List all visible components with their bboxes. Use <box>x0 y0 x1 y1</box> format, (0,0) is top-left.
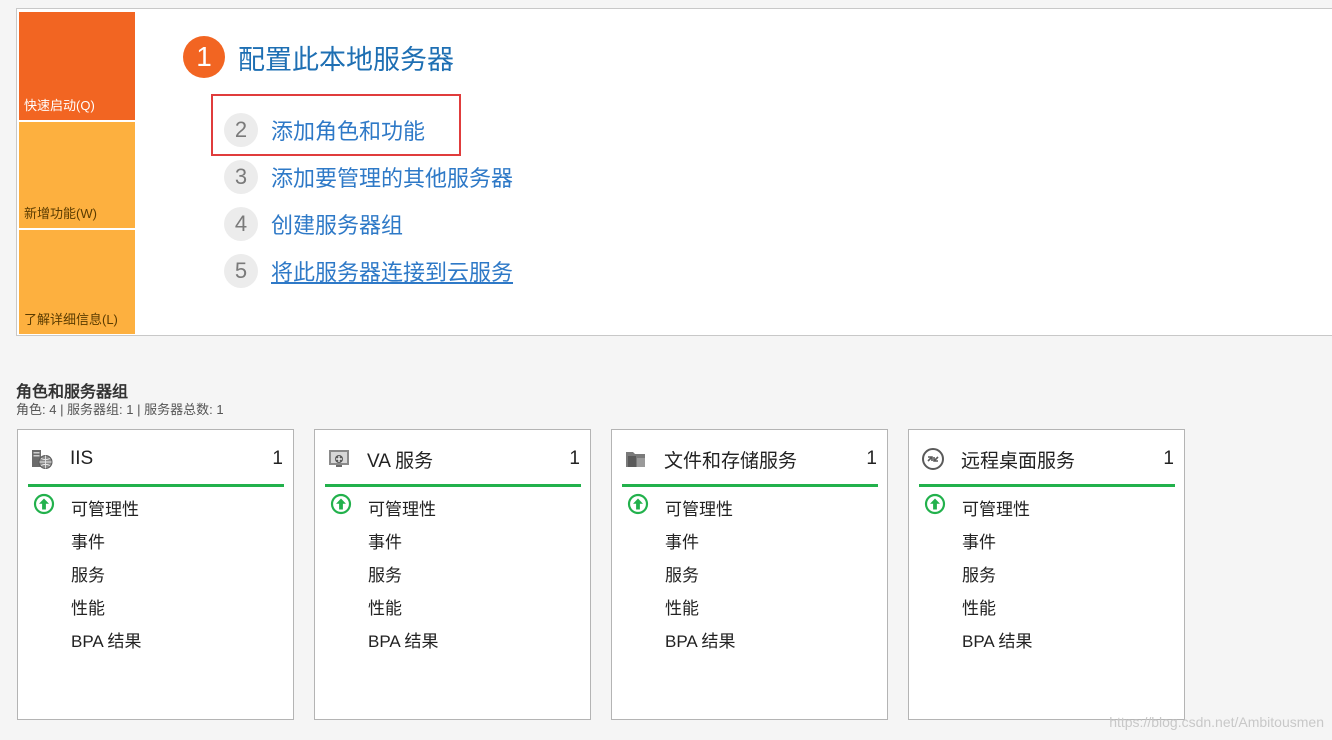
status-bar-green <box>325 484 581 487</box>
card-item-events[interactable]: 事件 <box>71 528 105 553</box>
card-count: 1 <box>1163 448 1174 469</box>
status-bar-green <box>919 484 1175 487</box>
card-count: 1 <box>866 448 877 469</box>
step-label-add-servers[interactable]: 添加要管理的其他服务器 <box>271 161 513 193</box>
step-number-1: 1 <box>183 36 225 78</box>
card-header[interactable]: 远程桌面服务 1 <box>921 446 1174 472</box>
card-item-performance[interactable]: 性能 <box>71 594 105 619</box>
step-create-server-group[interactable]: 4 创建服务器组 <box>224 207 403 241</box>
card-title: 远程桌面服务 <box>961 450 1076 472</box>
tile-new-features[interactable]: 新增功能(W) <box>19 120 135 228</box>
card-item-performance[interactable]: 性能 <box>962 594 996 619</box>
remote-desktop-icon <box>921 447 945 471</box>
card-title: 文件和存储服务 <box>664 450 798 472</box>
card-item-events[interactable]: 事件 <box>368 528 402 553</box>
section-summary: 角色: 4 | 服务器组: 1 | 服务器总数: 1 <box>16 402 224 417</box>
card-item-services[interactable]: 服务 <box>962 561 996 586</box>
va-service-icon <box>327 447 351 471</box>
step-configure-local-server[interactable]: 1 配置此本地服务器 <box>183 36 454 78</box>
card-item-manageability[interactable]: 可管理性 <box>71 495 139 520</box>
card-title: VA 服务 <box>367 450 434 472</box>
card-item-bpa-results[interactable]: BPA 结果 <box>368 627 439 652</box>
status-ok-up-icon <box>627 493 649 515</box>
card-header[interactable]: 文件和存储服务 1 <box>624 446 877 472</box>
card-item-services[interactable]: 服务 <box>71 561 105 586</box>
card-header[interactable]: VA 服务 1 <box>327 446 580 472</box>
step-number-5: 5 <box>224 254 258 288</box>
card-item-events[interactable]: 事件 <box>962 528 996 553</box>
card-item-bpa-results[interactable]: BPA 结果 <box>665 627 736 652</box>
card-header[interactable]: IIS 1 <box>30 446 283 472</box>
step-number-3: 3 <box>224 160 258 194</box>
card-title: IIS <box>70 448 94 469</box>
role-card-va-service[interactable]: VA 服务 1 可管理性 事件 服务 性能 BPA 结果 <box>314 429 591 720</box>
card-item-events[interactable]: 事件 <box>665 528 699 553</box>
tile-learn-more[interactable]: 了解详细信息(L) <box>19 228 135 334</box>
card-item-manageability[interactable]: 可管理性 <box>665 495 733 520</box>
status-bar-green <box>28 484 284 487</box>
card-item-manageability[interactable]: 可管理性 <box>368 495 436 520</box>
status-bar-green <box>622 484 878 487</box>
card-item-services[interactable]: 服务 <box>368 561 402 586</box>
step-add-other-servers[interactable]: 3 添加要管理的其他服务器 <box>224 160 513 194</box>
role-card-remote-desktop[interactable]: 远程桌面服务 1 可管理性 事件 服务 性能 BPA 结果 <box>908 429 1185 720</box>
step-add-roles-features[interactable]: 2 添加角色和功能 <box>224 113 425 147</box>
card-count: 1 <box>272 448 283 469</box>
step-label-create-group[interactable]: 创建服务器组 <box>271 208 403 240</box>
tile-new-features-label: 新增功能(W) <box>24 206 97 221</box>
step-number-2: 2 <box>224 113 258 147</box>
card-item-services[interactable]: 服务 <box>665 561 699 586</box>
tile-quick-start-label: 快速启动(Q) <box>24 98 95 113</box>
step-title-configure[interactable]: 配置此本地服务器 <box>238 38 454 77</box>
iis-icon <box>30 447 54 471</box>
card-item-performance[interactable]: 性能 <box>665 594 699 619</box>
step-connect-cloud[interactable]: 5 将此服务器连接到云服务 <box>224 254 513 288</box>
card-item-performance[interactable]: 性能 <box>368 594 402 619</box>
file-storage-icon <box>624 447 648 471</box>
step-label-connect-cloud[interactable]: 将此服务器连接到云服务 <box>271 255 513 287</box>
step-label-add-roles[interactable]: 添加角色和功能 <box>271 114 425 146</box>
card-item-manageability[interactable]: 可管理性 <box>962 495 1030 520</box>
step-number-4: 4 <box>224 207 258 241</box>
role-card-iis[interactable]: IIS 1 可管理性 事件 服务 性能 BPA 结果 <box>17 429 294 720</box>
role-card-file-storage[interactable]: 文件和存储服务 1 可管理性 事件 服务 性能 BPA 结果 <box>611 429 888 720</box>
status-ok-up-icon <box>924 493 946 515</box>
watermark-text: https://blog.csdn.net/Ambitousmen <box>1109 714 1324 730</box>
status-ok-up-icon <box>33 493 55 515</box>
card-item-bpa-results[interactable]: BPA 结果 <box>71 627 142 652</box>
card-item-bpa-results[interactable]: BPA 结果 <box>962 627 1033 652</box>
status-ok-up-icon <box>330 493 352 515</box>
card-count: 1 <box>569 448 580 469</box>
welcome-panel: 快速启动(Q) 新增功能(W) 了解详细信息(L) 1 配置此本地服务器 2 添… <box>16 8 1332 336</box>
tile-learn-more-label: 了解详细信息(L) <box>24 312 118 327</box>
tile-quick-start[interactable]: 快速启动(Q) <box>19 12 135 120</box>
